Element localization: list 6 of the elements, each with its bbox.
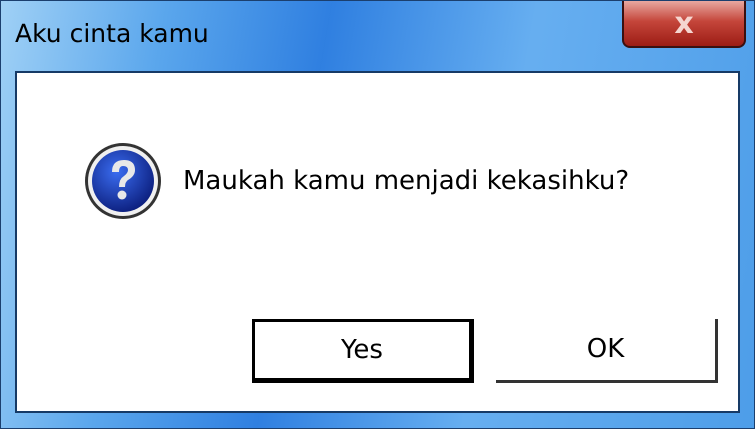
window-title: Aku cinta kamu: [15, 21, 209, 46]
dialog-button[interactable]: OK: [496, 319, 718, 383]
close-button[interactable]: x: [622, 1, 746, 48]
question-icon: [83, 141, 163, 221]
dialog-button[interactable]: Yes: [252, 319, 474, 383]
dialog-message: Maukah kamu menjadi kekasihku?: [183, 164, 630, 198]
